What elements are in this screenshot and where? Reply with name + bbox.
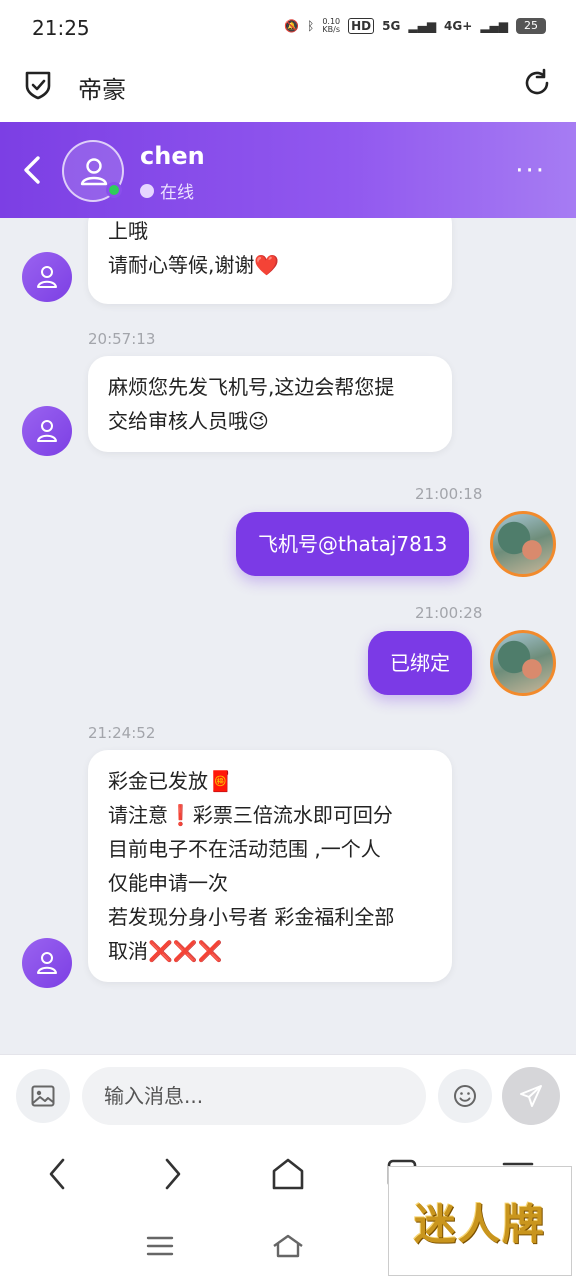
signal-bars-icon: ▂▄▆ xyxy=(480,19,508,33)
message-line: 请注意❗彩票三倍流水即可回分 xyxy=(108,803,393,827)
user-icon xyxy=(37,952,57,974)
smiley-icon xyxy=(454,1085,476,1107)
agent-avatar xyxy=(22,252,72,302)
user-icon xyxy=(37,420,57,442)
user-icon xyxy=(80,158,108,186)
message-line: 仅能申请一次 xyxy=(108,871,228,895)
net-speed-unit: KB/s xyxy=(322,25,341,34)
signal-5g: 5G xyxy=(382,19,401,33)
message-bubble-outgoing: 飞机号@thataj7813 xyxy=(236,512,470,576)
message-bubble-incoming: 彩金已发放🧧 请注意❗彩票三倍流水即可回分 目前电子不在活动范围 ,一个人 仅能… xyxy=(88,750,452,982)
mute-icon: 🔕 xyxy=(284,19,300,33)
message-line: 目前电子不在活动范围 ,一个人 xyxy=(108,837,381,861)
message-list[interactable]: 上哦 请耐心等候,谢谢❤️ 20:57:13 麻烦您先发飞机号,这边会帮您提 交… xyxy=(0,218,576,1054)
system-home-icon[interactable] xyxy=(266,1224,310,1268)
user-avatar xyxy=(490,511,556,577)
send-icon xyxy=(520,1085,542,1107)
back-icon[interactable] xyxy=(14,150,50,190)
message-line: 上哦 xyxy=(108,219,148,243)
message-timestamp: 21:24:52 xyxy=(88,724,156,742)
system-menu-icon[interactable] xyxy=(138,1224,182,1268)
message-timestamp: 21:00:28 xyxy=(415,604,483,622)
contact-status: 在线 xyxy=(140,178,194,203)
online-indicator xyxy=(106,182,122,198)
watermark-logo: 迷人牌 xyxy=(388,1166,572,1276)
message-line: 若发现分身小号者 彩金福利全部 xyxy=(108,905,395,929)
hd-badge: HD xyxy=(348,18,375,34)
image-icon xyxy=(31,1085,55,1107)
bluetooth-icon: ᛒ xyxy=(307,19,315,33)
status-label: 在线 xyxy=(160,183,194,203)
message-line: 交给审核人员哦😉 xyxy=(108,409,269,433)
user-avatar xyxy=(490,630,556,696)
send-button[interactable] xyxy=(502,1067,560,1125)
image-upload-button[interactable] xyxy=(16,1069,70,1123)
user-icon xyxy=(37,266,57,288)
status-time: 21:25 xyxy=(32,16,90,40)
message-timestamp: 20:57:13 xyxy=(88,330,156,348)
shield-check-icon[interactable] xyxy=(24,70,52,100)
nav-forward-icon[interactable] xyxy=(150,1152,194,1196)
message-input[interactable] xyxy=(82,1067,426,1125)
home-icon[interactable] xyxy=(266,1152,310,1196)
status-dot xyxy=(140,183,154,198)
nav-back-icon[interactable] xyxy=(36,1152,80,1196)
battery-icon: 25 xyxy=(516,18,546,34)
page-title: 帝豪 xyxy=(78,76,126,104)
signal-4g: 4G+ xyxy=(444,19,473,33)
agent-avatar xyxy=(22,938,72,988)
agent-avatar xyxy=(22,406,72,456)
message-timestamp: 21:00:18 xyxy=(415,485,483,503)
message-line: 彩金已发放🧧 xyxy=(108,769,233,793)
contact-name: chen xyxy=(140,142,205,170)
emoji-button[interactable] xyxy=(438,1069,492,1123)
status-bar: 21:25 🔕 ᛒ 0.10 KB/s HD 5G ▂▄▆ 4G+ ▂▄▆ 25 xyxy=(0,0,576,56)
reload-icon[interactable] xyxy=(522,68,552,98)
browser-bar: 帝豪 xyxy=(0,56,576,122)
chat-header: chen 在线 ··· xyxy=(0,122,576,218)
message-line: 麻烦您先发飞机号,这边会帮您提 xyxy=(108,375,395,399)
message-bubble-incoming: 上哦 请耐心等候,谢谢❤️ xyxy=(88,218,452,304)
message-line: 请耐心等候,谢谢❤️ xyxy=(108,253,280,277)
net-speed: 0.10 KB/s xyxy=(322,18,340,34)
message-line: 取消❌❌❌ xyxy=(108,939,223,963)
message-bubble-outgoing: 已绑定 xyxy=(368,631,472,695)
signal-bars-icon: ▂▄▆ xyxy=(408,19,437,33)
status-icons: 🔕 ᛒ 0.10 KB/s HD 5G ▂▄▆ 4G+ ▂▄▆ 25 xyxy=(284,18,546,34)
more-options-button[interactable]: ··· xyxy=(515,156,546,186)
composer-bar xyxy=(0,1054,576,1140)
message-bubble-incoming: 麻烦您先发飞机号,这边会帮您提 交给审核人员哦😉 xyxy=(88,356,452,452)
